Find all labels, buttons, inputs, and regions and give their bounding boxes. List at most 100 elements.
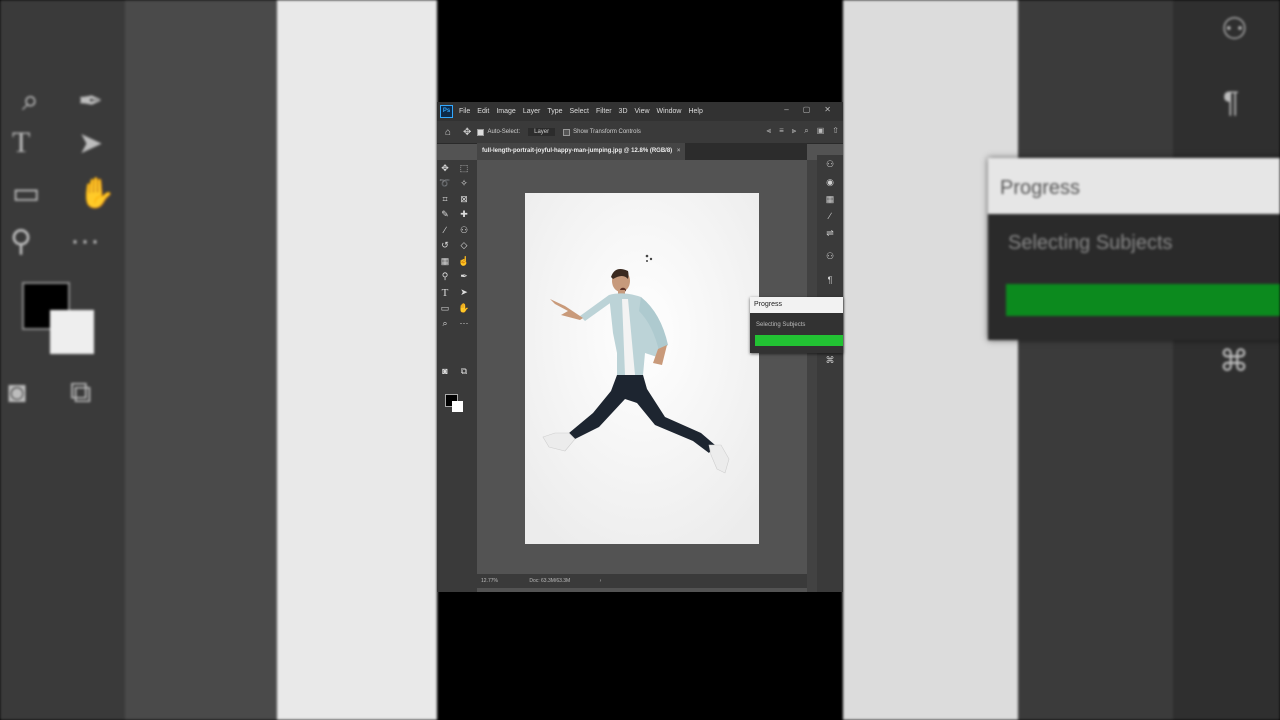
background-right: ⚇ ¶ ⌘ Progress Selecting Subjects: [843, 0, 1280, 720]
background-paragraph-icon: ¶: [1223, 86, 1240, 119]
warp-icon[interactable]: ⌘: [823, 355, 837, 366]
background-arrow-icon: ➤: [78, 127, 104, 160]
menu-layer[interactable]: Layer: [523, 108, 541, 115]
show-transform-label: Show Transform Controls: [573, 129, 641, 135]
background-screen-mode-icon: ⧉: [70, 376, 92, 409]
background-zoom-icon: ⌕: [22, 84, 39, 117]
progress-dialog: Progress Selecting Subjects: [750, 297, 843, 353]
move-icon[interactable]: ✥: [463, 127, 471, 138]
window-controls: – ▢ ✕: [784, 105, 831, 114]
document-canvas[interactable]: [525, 193, 759, 544]
share-icon[interactable]: ⇧: [832, 126, 839, 136]
move-tool-icon[interactable]: ✥: [439, 163, 451, 174]
smudge-icon[interactable]: ☝: [458, 256, 470, 267]
menu-edit[interactable]: Edit: [477, 108, 489, 115]
lasso-icon[interactable]: ➰: [439, 178, 451, 189]
document-tab[interactable]: full-length-portrait-joyful-happy-man-ju…: [477, 143, 686, 160]
swatches-icon[interactable]: ▦: [823, 194, 837, 205]
menu-window[interactable]: Window: [657, 108, 682, 115]
background-stamp-icon: ⚇: [1221, 13, 1248, 46]
jumping-man-photo: [525, 193, 759, 544]
type-icon[interactable]: T: [439, 287, 451, 299]
status-bar: 12.77% Doc: 63.3M/63.3M ›: [477, 574, 807, 588]
panel-divider: [807, 160, 817, 592]
auto-select-label: Auto-Select:: [487, 129, 521, 135]
eraser-icon[interactable]: ◇: [458, 240, 470, 251]
magic-wand-icon[interactable]: ✧: [458, 178, 470, 189]
gradient-icon[interactable]: ▦: [439, 256, 451, 267]
brushes-icon[interactable]: ∕: [823, 211, 837, 221]
close-button[interactable]: ✕: [824, 105, 831, 114]
zoom-level[interactable]: 12.77%: [481, 578, 498, 584]
stamp-icon[interactable]: ⚇: [458, 225, 470, 236]
path-select-icon[interactable]: ➤: [458, 287, 470, 298]
history-brush-icon[interactable]: ↺: [439, 240, 451, 251]
toolbox: ✥ ⬚ ➰ ✧ ⌗ ⊠ ✎ ✚ ∕ ⚇ ↺ ◇ ▦ ☝ ⚲ ✒ T ➤ ▭ ✋ …: [437, 160, 477, 592]
document-tab-title: full-length-portrait-joyful-happy-man-ju…: [482, 148, 673, 154]
search-icon[interactable]: ⌕: [804, 126, 808, 136]
healing-icon[interactable]: ✚: [458, 209, 470, 220]
document-tab-bar: full-length-portrait-joyful-happy-man-ju…: [477, 143, 807, 160]
progress-title: Progress: [750, 297, 843, 313]
menu-type[interactable]: Type: [547, 108, 562, 115]
distribute-icon[interactable]: ⫸: [792, 126, 797, 136]
show-transform-checkbox[interactable]: [563, 128, 571, 136]
canvas-workspace[interactable]: [477, 160, 807, 574]
menu-filter[interactable]: Filter: [596, 108, 612, 115]
crop-icon[interactable]: ⌗: [439, 194, 451, 205]
background-left: ⌕ ✒ T ➤ ▭ ✋ ⚲ ··· ◙ ⧉: [0, 0, 437, 720]
options-right-icons: ⫷ ≡ ⫸ ⌕ ▣ ⇧: [767, 126, 839, 136]
background-pen-icon: ✒: [78, 85, 104, 118]
background-progress-title: Progress: [988, 158, 1280, 214]
background-rectangle-icon: ▭: [12, 177, 41, 210]
workspace-icon[interactable]: ▣: [817, 126, 825, 136]
background-color-swatch[interactable]: [452, 401, 463, 412]
align-left-icon[interactable]: ⫷: [767, 126, 772, 136]
progress-bar-fill: [755, 335, 843, 346]
hand-icon[interactable]: ✋: [458, 303, 470, 314]
background-canvas: [277, 0, 437, 720]
brush-icon[interactable]: ∕: [439, 225, 451, 235]
status-arrow-icon[interactable]: ›: [600, 578, 602, 584]
menu-bar: Ps File Edit Image Layer Type Select Fil…: [437, 102, 843, 121]
background-toolbox: ⌕ ✒ T ➤ ▭ ✋ ⚲ ··· ◙ ⧉: [0, 0, 125, 720]
menu-image[interactable]: Image: [496, 108, 515, 115]
adjustments-icon[interactable]: ⇌: [823, 228, 837, 239]
menu-view[interactable]: View: [635, 108, 650, 115]
quick-mask-icon[interactable]: ◙: [439, 366, 451, 376]
menu-help[interactable]: Help: [688, 108, 702, 115]
rectangle-icon[interactable]: ▭: [439, 303, 451, 314]
auto-select-checkbox[interactable]: [477, 128, 485, 136]
menu-select[interactable]: Select: [570, 108, 589, 115]
more-icon[interactable]: ···: [458, 318, 470, 328]
paragraph-icon[interactable]: ¶: [823, 275, 837, 285]
home-icon[interactable]: ⌂: [445, 127, 451, 138]
maximize-button[interactable]: ▢: [803, 105, 811, 114]
dodge-icon[interactable]: ⚲: [439, 271, 451, 282]
color-icon[interactable]: ◉: [823, 177, 837, 188]
background-progress-status: Selecting Subjects: [1008, 232, 1173, 254]
marquee-icon[interactable]: ⬚: [458, 163, 470, 174]
pen-icon[interactable]: ✒: [458, 271, 470, 282]
background-background-swatch: [50, 310, 94, 354]
progress-status: Selecting Subjects: [756, 322, 806, 328]
align-center-icon[interactable]: ≡: [779, 126, 784, 136]
background-more-icon: ···: [70, 224, 100, 257]
zoom-icon[interactable]: ⌕: [439, 318, 451, 329]
learn-icon[interactable]: ⚇: [823, 159, 837, 170]
screen-mode-icon[interactable]: ⧉: [458, 366, 470, 377]
panel-icon-strip: ⚇ ◉ ▦ ∕ ⇌ ⚇ ¶ ⌘: [817, 155, 843, 592]
photoshop-logo: Ps: [440, 105, 453, 118]
background-hand-icon: ✋: [78, 177, 116, 210]
background-mask-icon: ◙: [8, 376, 27, 409]
minimize-button[interactable]: –: [784, 105, 788, 114]
background-icon-strip: ⚇ ¶ ⌘: [1173, 0, 1280, 720]
menu-3d[interactable]: 3D: [619, 108, 628, 115]
options-bar: ⌂ ✥ Auto-Select: Layer Show Transform Co…: [437, 121, 843, 144]
tab-close-icon[interactable]: ×: [677, 148, 681, 154]
eyedropper-icon[interactable]: ✎: [439, 209, 451, 220]
frame-icon[interactable]: ⊠: [458, 194, 470, 205]
clone-source-icon[interactable]: ⚇: [823, 251, 837, 262]
menu-file[interactable]: File: [459, 108, 470, 115]
layer-dropdown[interactable]: Layer: [528, 128, 556, 136]
